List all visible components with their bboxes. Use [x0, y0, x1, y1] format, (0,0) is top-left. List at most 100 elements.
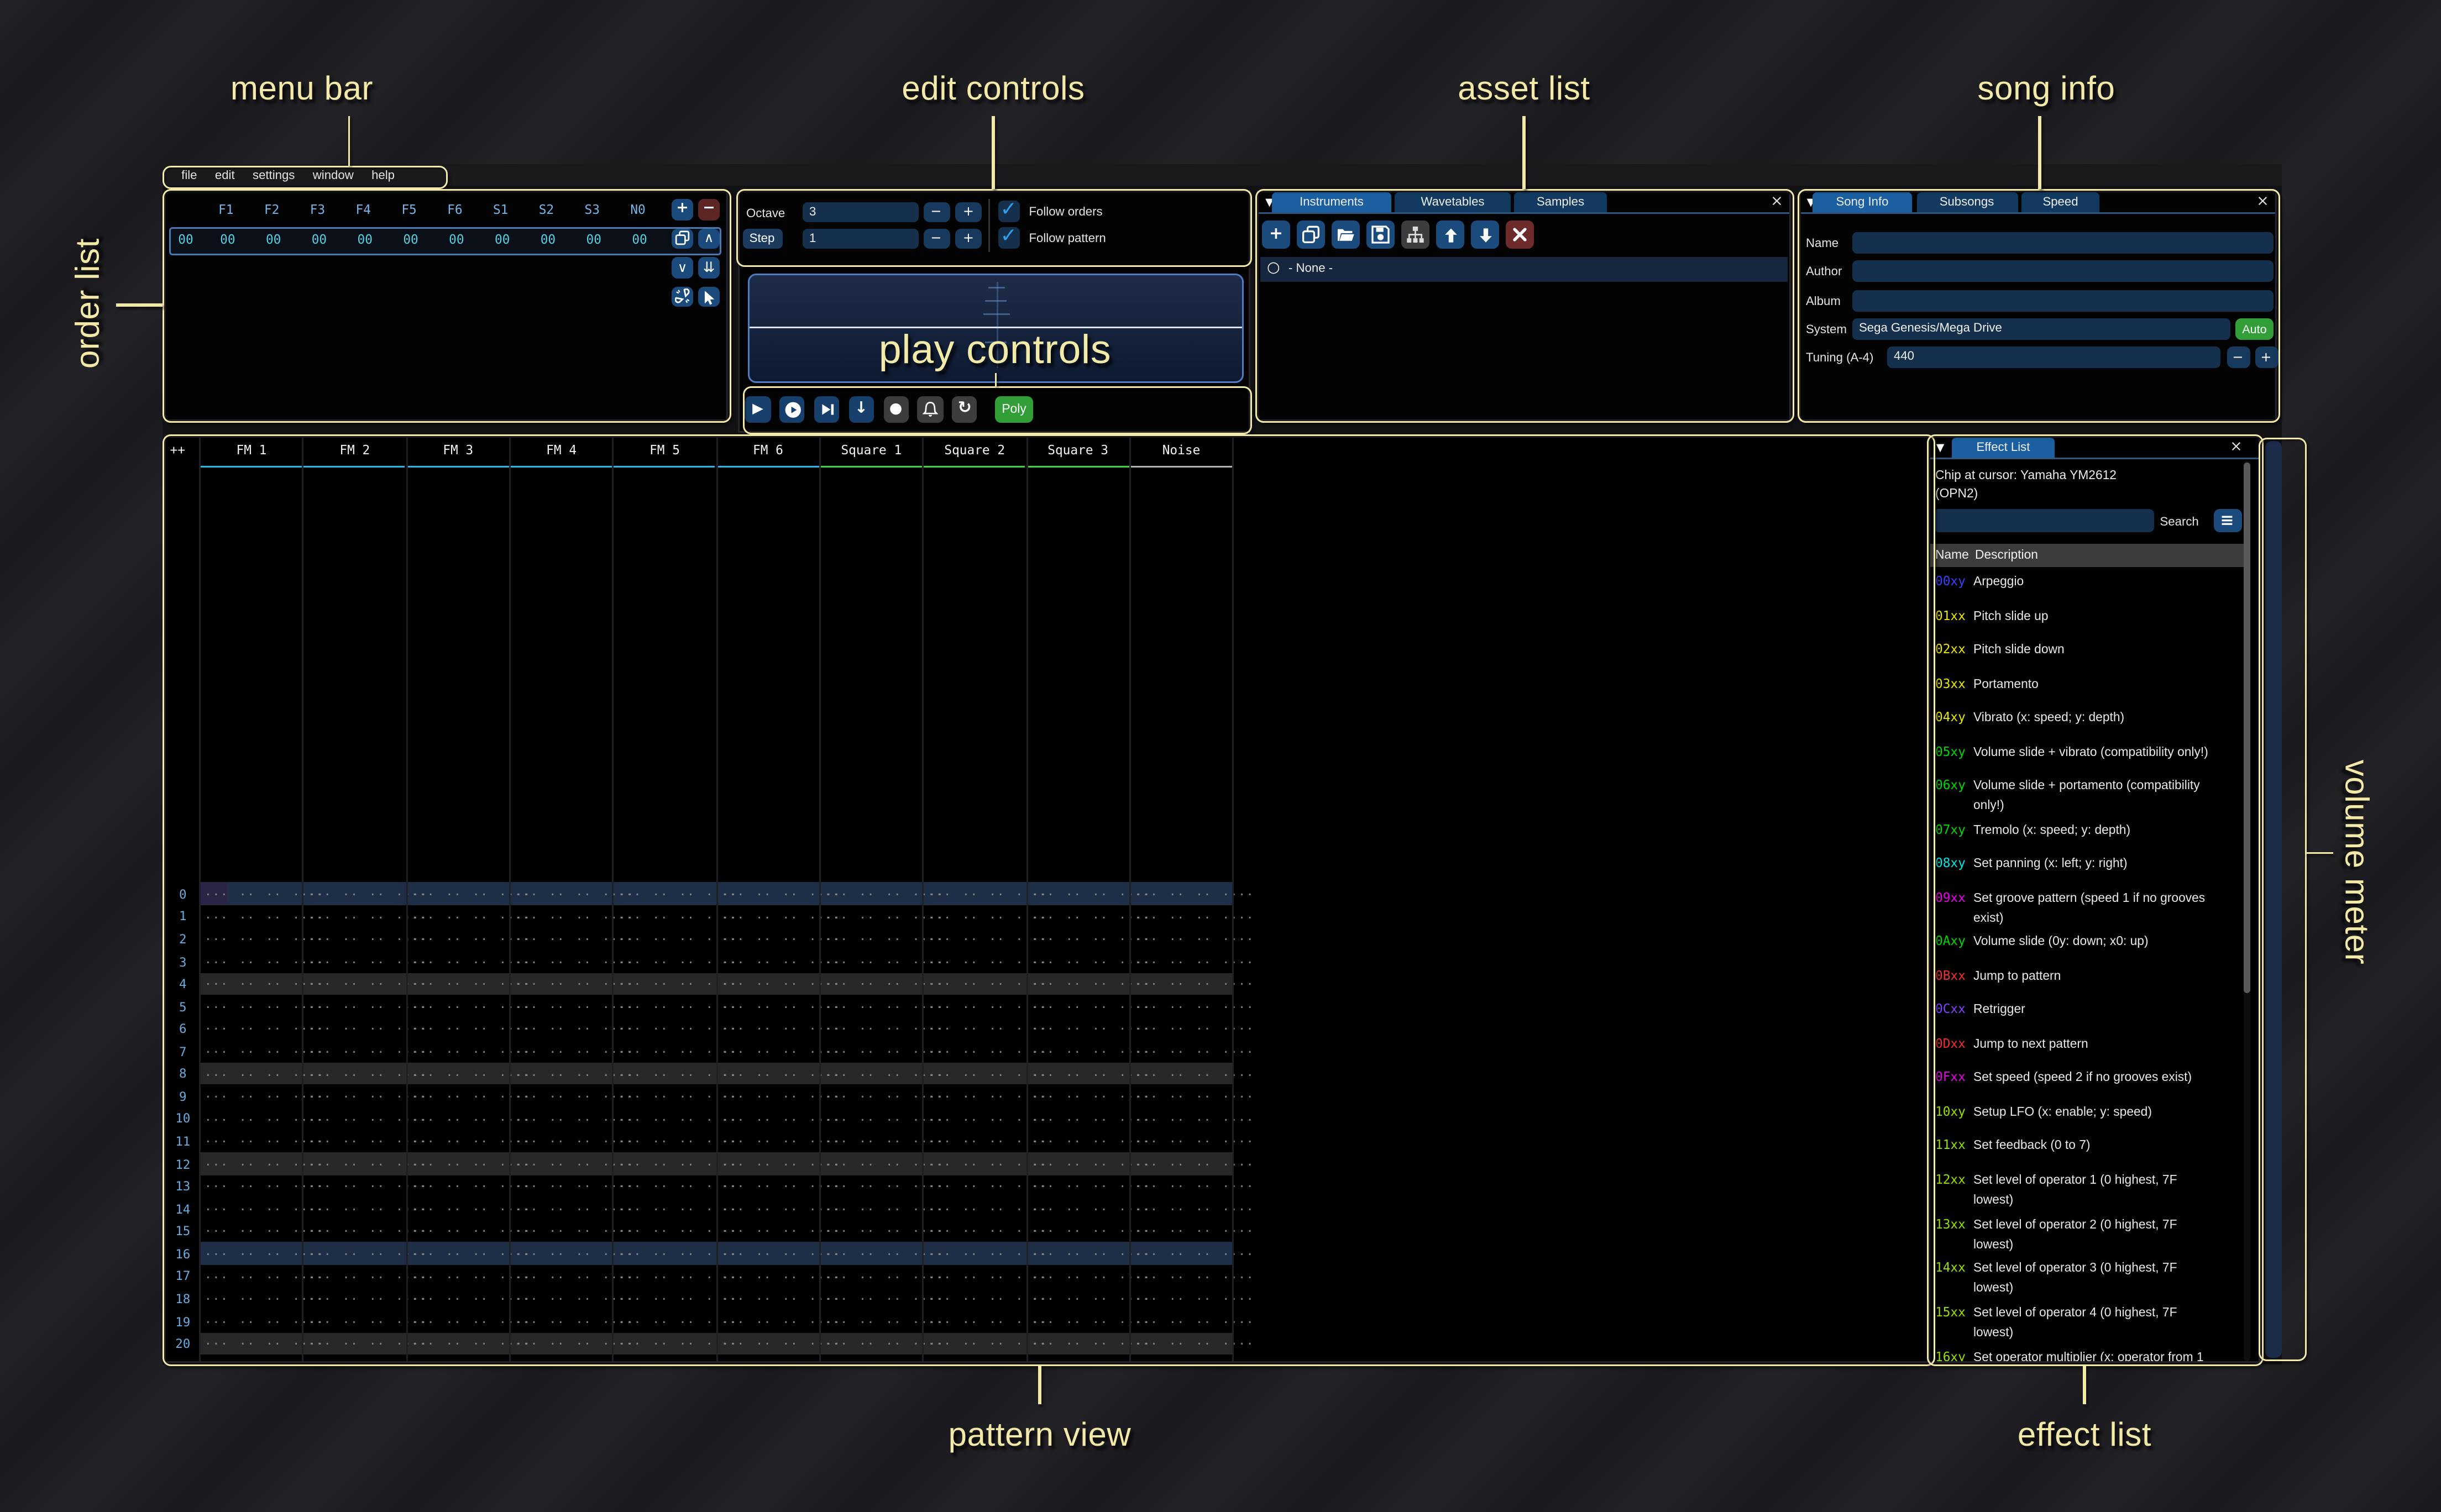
pattern-cell[interactable]: ··· ·· ·· ···· [618, 1112, 738, 1127]
effect-row[interactable]: 0CxxRetrigger [1935, 1000, 2250, 1030]
order-row-selected[interactable]: 00 00000000000000000000 [169, 227, 721, 255]
instrument-duplicate-button[interactable] [1297, 221, 1325, 249]
step-increase-button[interactable]: + [955, 228, 982, 249]
pattern-cell[interactable]: ··· ·· ·· ···· [308, 1135, 428, 1149]
pattern-cell[interactable]: ··· ·· ·· ···· [824, 1224, 944, 1239]
pattern-cell[interactable]: ··· ·· ·· ···· [411, 1292, 531, 1307]
instrument-delete-button[interactable] [1506, 221, 1534, 249]
octave-decrease-button[interactable]: − [923, 202, 950, 223]
pattern-cell[interactable]: ··· ·· ·· ···· [618, 910, 738, 925]
effect-row[interactable]: 0FxxSet speed (speed 2 if no grooves exi… [1935, 1068, 2250, 1098]
pattern-cell[interactable]: ··· ·· ·· ···· [824, 1089, 944, 1104]
pattern-cell[interactable]: ··· ·· ·· ···· [1134, 910, 1254, 925]
pattern-cell[interactable]: ··· ·· ·· ···· [515, 932, 635, 947]
pattern-cell[interactable]: ··· ·· ·· ···· [515, 1067, 635, 1082]
pattern-cell[interactable]: ··· ·· ·· ···· [618, 1359, 738, 1363]
pattern-cell[interactable]: ··· ·· ·· ···· [618, 1022, 738, 1037]
pattern-cell[interactable]: ··· ·· ·· ···· [1031, 1000, 1151, 1015]
pattern-cell[interactable]: ··· ·· ·· ···· [1031, 1044, 1151, 1059]
pattern-cell[interactable]: ··· ·· ·· ···· [721, 1247, 841, 1262]
pattern-cell[interactable]: ··· ·· ·· ···· [618, 1067, 738, 1082]
order-cell[interactable]: 00 [479, 232, 525, 247]
pattern-cell[interactable]: ··· ·· ·· ···· [411, 954, 531, 969]
order-move-up-button[interactable]: ∧ [698, 228, 720, 249]
pattern-cell[interactable]: ··· ·· ·· ···· [515, 1314, 635, 1329]
pattern-cell[interactable]: ··· ·· ·· ···· [1031, 1247, 1151, 1262]
pattern-cell[interactable]: ··· ·· ·· ···· [721, 1000, 841, 1015]
pattern-cell[interactable]: ··· ·· ·· ···· [205, 1135, 324, 1149]
pattern-cell[interactable]: ··· ·· ·· ···· [308, 1247, 428, 1262]
system-input[interactable]: Sega Genesis/Mega Drive [1852, 318, 2230, 340]
pattern-cell[interactable]: ··· ·· ·· ···· [411, 1112, 531, 1127]
pattern-cell[interactable]: ··· ·· ·· ···· [1134, 1000, 1254, 1015]
pattern-cell[interactable]: ··· ·· ·· ···· [205, 1179, 324, 1194]
order-add-button[interactable]: + [672, 199, 693, 220]
effect-row[interactable]: 01xxPitch slide up [1935, 606, 2250, 636]
effect-row[interactable]: 00xyArpeggio [1935, 572, 2250, 602]
pattern-cell[interactable]: ··· ·· ·· ···· [308, 1089, 428, 1104]
pattern-cell[interactable]: ··· ·· ·· ···· [411, 1224, 531, 1239]
pattern-cell[interactable]: ··· ·· ·· ···· [1031, 954, 1151, 969]
pattern-cell[interactable]: ··· ·· ·· ···· [824, 977, 944, 992]
pattern-cell[interactable]: ··· ·· ·· ···· [721, 1202, 841, 1217]
channel-header[interactable]: FM 1 [200, 442, 303, 457]
pattern-cell[interactable]: ··· ·· ·· ···· [1031, 932, 1151, 947]
pattern-cell[interactable]: ··· ·· ·· ···· [618, 1179, 738, 1194]
octave-input[interactable]: 3 [803, 202, 919, 223]
pattern-cell[interactable]: ··· ·· ·· ···· [824, 1044, 944, 1059]
pattern-cell[interactable]: ··· ·· ·· ···· [618, 1314, 738, 1329]
pattern-cell[interactable]: ··· ·· ·· ···· [928, 1067, 1047, 1082]
effect-search-input[interactable] [1933, 509, 2154, 532]
effect-row[interactable]: 14xxSet level of operator 3 (0 highest, … [1935, 1259, 2250, 1299]
pattern-cell[interactable]: ··· ·· ·· ···· [618, 1000, 738, 1015]
instrument-add-button[interactable]: + [1262, 221, 1290, 249]
pattern-cell[interactable]: ··· ·· ·· ···· [824, 1337, 944, 1352]
stop-button[interactable]: ● [883, 396, 909, 422]
pattern-cell[interactable]: ··· ·· ·· ···· [721, 1292, 841, 1307]
pattern-cell[interactable]: ··· ·· ·· ···· [411, 1000, 531, 1015]
pattern-cell[interactable]: ··· ·· ·· ···· [1134, 1337, 1254, 1352]
pattern-cell[interactable]: ··· ·· ·· ···· [308, 1269, 428, 1284]
pattern-cell[interactable]: ··· ·· ·· ···· [928, 954, 1047, 969]
poly-mono-toggle[interactable]: Poly [995, 396, 1033, 422]
pattern-cell[interactable]: ··· ·· ·· ···· [721, 1359, 841, 1363]
pattern-cell[interactable]: ··· ·· ·· ···· [618, 1247, 738, 1262]
pattern-cell[interactable]: ··· ·· ·· ···· [205, 1112, 324, 1127]
pattern-cell[interactable]: ··· ·· ·· ···· [515, 1112, 635, 1127]
pattern-cell[interactable]: ··· ·· ·· ···· [205, 977, 324, 992]
pattern-cell[interactable]: ··· ·· ·· ···· [618, 977, 738, 992]
pattern-cell[interactable]: ··· ·· ·· ···· [721, 1269, 841, 1284]
pattern-row[interactable]: 11··· ·· ·· ······· ·· ·· ······· ·· ·· … [166, 1130, 1930, 1152]
pattern-cell[interactable]: ··· ·· ·· ···· [618, 1224, 738, 1239]
pattern-cell[interactable]: ··· ·· ·· ···· [618, 954, 738, 969]
pattern-cell[interactable]: ··· ·· ·· ···· [515, 977, 635, 992]
pattern-cell[interactable]: ··· ·· ·· ···· [824, 954, 944, 969]
pattern-row[interactable]: 18··· ·· ·· ······· ·· ·· ······· ·· ·· … [166, 1287, 1930, 1310]
pattern-cell[interactable]: ··· ·· ·· ···· [928, 1022, 1047, 1037]
pattern-cell[interactable]: ··· ·· ·· ···· [1031, 910, 1151, 925]
pattern-cell[interactable]: ··· ·· ·· ···· [1134, 954, 1254, 969]
channel-header[interactable]: Noise [1130, 442, 1233, 457]
step-button[interactable]: Step [742, 228, 782, 249]
collapse-icon[interactable]: ▼ [1931, 438, 1950, 458]
menu-item-file[interactable]: file [172, 164, 206, 185]
pattern-cell[interactable]: ··· ·· ·· ···· [928, 1224, 1047, 1239]
pattern-cell[interactable]: ··· ·· ·· ···· [824, 932, 944, 947]
effect-row[interactable]: 03xxPortamento [1935, 674, 2250, 704]
pattern-cell[interactable]: ··· ·· ·· ···· [205, 932, 324, 947]
channel-header[interactable]: Square 2 [923, 442, 1026, 457]
effect-row[interactable]: 0DxxJump to next pattern [1935, 1035, 2250, 1064]
step-one-row-button[interactable]: ↓ [848, 396, 874, 422]
pattern-cell[interactable]: ··· ·· ·· ···· [721, 1179, 841, 1194]
pattern-cell[interactable]: ··· ·· ·· ···· [515, 1359, 635, 1363]
pattern-row[interactable]: 2··· ·· ·· ······· ·· ·· ······· ·· ·· ·… [166, 927, 1930, 950]
repeat-pattern-button[interactable]: ↻ [952, 396, 977, 422]
pattern-cell[interactable]: ··· ·· ·· ···· [928, 1247, 1047, 1262]
pattern-cell[interactable]: ··· ·· ·· ···· [824, 1157, 944, 1172]
pattern-cell[interactable]: ··· ·· ·· ···· [824, 1269, 944, 1284]
pattern-cell[interactable]: ··· ·· ·· ···· [411, 1247, 531, 1262]
tuning-input[interactable]: 440 [1887, 347, 2220, 369]
pattern-cell[interactable]: ··· ·· ·· ···· [411, 1157, 531, 1172]
effect-row[interactable]: 07xyTremolo (x: speed; y: depth) [1935, 820, 2250, 850]
pattern-row[interactable]: 4··· ·· ·· ······· ·· ·· ······· ·· ·· ·… [166, 973, 1930, 995]
